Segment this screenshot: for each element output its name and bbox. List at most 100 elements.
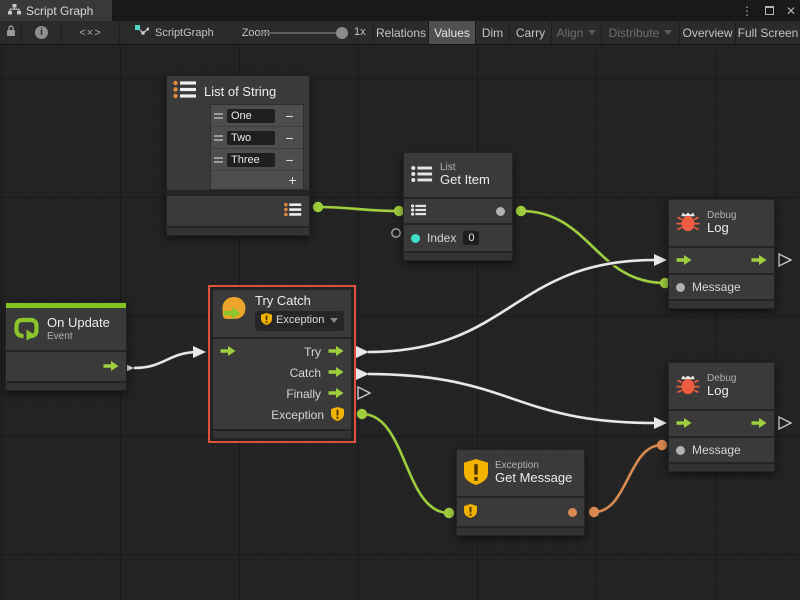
message-label: Message [692,280,741,294]
align-button[interactable]: Align [552,21,602,44]
flow-output-port[interactable] [103,360,119,374]
try-output-port[interactable] [328,345,344,359]
flow-input-port[interactable] [676,254,692,268]
zoom-slider-track[interactable] [258,32,348,34]
flow-output-port[interactable] [751,417,767,431]
angle-cross-icon: <×> [79,27,101,39]
exception-type-dropdown[interactable]: Exception [255,311,344,331]
list-input-port[interactable] [411,204,426,219]
dim-button[interactable]: Dim [476,21,510,44]
loop-icon [13,316,40,343]
node-footer [167,228,309,235]
unconnected-flow-out-debug-bottom[interactable] [779,417,791,429]
catch-output-port[interactable] [328,366,344,380]
node-category: Event [47,331,110,343]
node-debug-log-top[interactable]: Debug Log Message [668,199,775,309]
lock-button[interactable] [0,21,22,44]
unconnected-flow-out-debug-top[interactable] [779,254,791,266]
lock-icon [6,25,16,40]
message-input-port[interactable] [676,283,685,292]
flow-input-port[interactable] [220,345,236,359]
wire-getitem-to-debug-message[interactable] [516,206,670,288]
overview-button[interactable]: Overview [680,21,736,44]
drag-handle-icon[interactable] [214,113,223,119]
node-title: Log [707,384,736,399]
node-try-catch[interactable]: Try Catch Exception Try Cat [212,289,352,439]
node-title: List of String [204,84,276,99]
shield-warning-icon [464,459,488,488]
remove-item-button[interactable]: − [279,107,300,125]
wire-onupdate-to-trycatch[interactable] [121,346,206,374]
relations-button[interactable]: Relations [374,21,429,44]
full-screen-button[interactable]: Full Screen [736,21,800,44]
list-output-port[interactable] [284,202,302,220]
tab-title: Script Graph [26,4,93,18]
index-value-field[interactable]: 0 [463,231,479,245]
drag-handle-icon[interactable] [214,157,223,163]
finally-output-port[interactable] [328,387,344,401]
distribute-button[interactable]: Distribute [602,21,680,44]
flow-output-port[interactable] [751,254,767,268]
node-title: Try Catch [255,294,344,309]
string-list-widget: One − Two − Three − + [210,104,304,190]
graph-canvas[interactable]: List of String One − Two − Three − [0,45,800,600]
info-button[interactable]: i [22,21,62,44]
chevron-down-icon [664,30,672,35]
list-item-row: One − [211,105,303,127]
node-list-of-string[interactable]: List of String One − Two − Three − [166,75,310,236]
remove-item-button[interactable]: − [279,151,300,169]
angle-cross-button[interactable]: <×> [62,21,120,44]
list-item-row: Two − [211,127,303,149]
list-icon [411,165,433,186]
align-label: Align [557,26,584,40]
catch-label: Catch [290,366,321,380]
list-item-field[interactable]: One [227,109,275,123]
exception-input-port[interactable] [464,504,477,521]
list-add-row: + [211,171,303,189]
node-get-item[interactable]: List Get Item Index 0 [403,152,513,261]
window-maximize-icon[interactable] [765,6,774,15]
index-input-port[interactable] [411,234,420,243]
node-footer [6,383,126,390]
drag-handle-icon[interactable] [214,135,223,141]
wire-catch-to-debug-bottom[interactable] [356,368,667,429]
message-output-port[interactable] [568,508,577,517]
carry-label: Carry [516,26,545,40]
wire-exception-to-getmessage[interactable] [357,409,454,518]
bug-icon [676,374,700,398]
exception-label: Exception [271,408,324,422]
chevron-down-icon [588,30,596,35]
list-item-field[interactable]: Two [227,131,275,145]
node-get-message[interactable]: Exception Get Message [456,449,585,536]
values-label: Values [434,26,470,40]
node-title: Get Item [440,173,490,188]
node-debug-log-bottom[interactable]: Debug Log Message [668,362,775,472]
message-input-port[interactable] [676,446,685,455]
wire-list-to-getitem[interactable] [313,202,404,216]
exception-dropdown-label: Exception [276,314,324,327]
zoom-slider-handle[interactable] [336,27,348,39]
node-on-update[interactable]: On Update Event [5,302,127,391]
window-close-icon[interactable]: ✕ [786,4,796,18]
wire-getmessage-to-debug-message[interactable] [589,440,667,517]
values-button[interactable]: Values [429,21,476,44]
window-menu-icon[interactable]: ⋮ [741,4,753,18]
dim-label: Dim [482,26,503,40]
distribute-label: Distribute [609,26,660,40]
unconnected-index-port[interactable] [392,229,400,237]
bug-icon [676,211,700,235]
exception-output-port[interactable] [331,407,344,424]
remove-item-button[interactable]: − [279,129,300,147]
flow-input-port[interactable] [676,417,692,431]
try-label: Try [304,345,321,359]
graph-name-label: ScriptGraph [155,27,214,39]
info-icon: i [35,26,48,39]
unconnected-finally-port[interactable] [358,387,370,399]
carry-button[interactable]: Carry [510,21,552,44]
list-item-field[interactable]: Three [227,153,275,167]
tab-script-graph[interactable]: Script Graph [0,0,112,21]
item-output-port[interactable] [496,207,505,216]
chevron-down-icon [330,318,338,323]
add-item-button[interactable]: + [282,171,303,189]
full-screen-label: Full Screen [738,26,799,40]
